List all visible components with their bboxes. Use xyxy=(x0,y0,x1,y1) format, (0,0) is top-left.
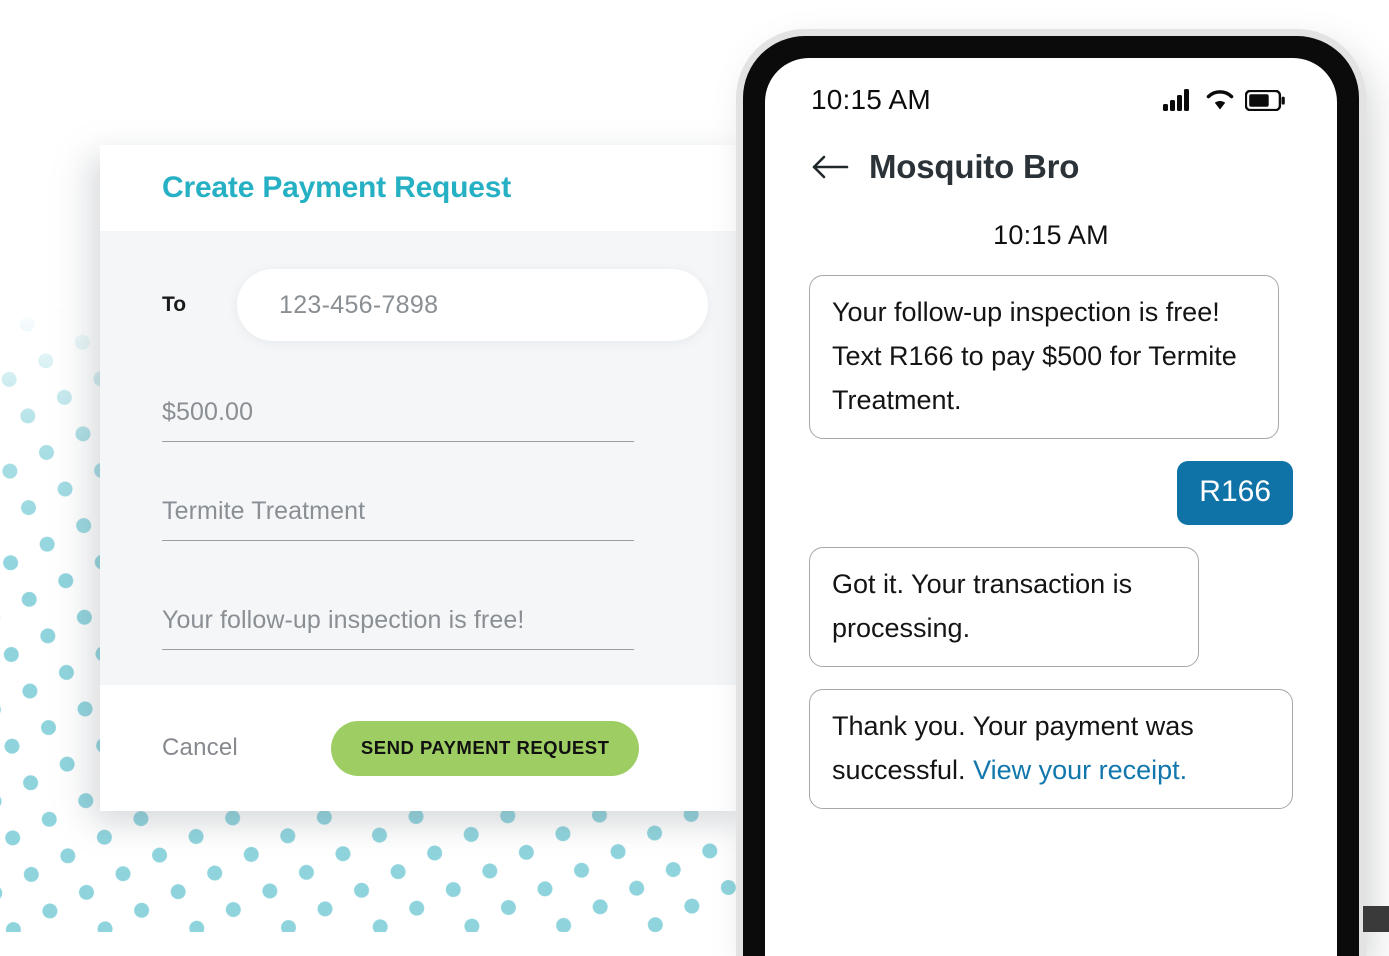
status-bar: 10:15 AM xyxy=(765,58,1337,120)
note-value: Your follow-up inspection is free! xyxy=(162,606,525,634)
back-arrow-icon[interactable] xyxy=(811,154,849,180)
note-input[interactable]: Your follow-up inspection is free! xyxy=(162,603,634,650)
card-header: Create Payment Request xyxy=(100,145,748,231)
chat-header: Mosquito Bro xyxy=(765,120,1337,186)
send-payment-request-button[interactable]: SEND PAYMENT REQUEST xyxy=(330,720,640,776)
message-row: Thank you. Your payment was successful. … xyxy=(809,689,1293,809)
amount-value: $500.00 xyxy=(162,398,254,426)
message-bubble-outgoing[interactable]: R166 xyxy=(1177,461,1293,525)
to-row: To 123-456-7898 xyxy=(162,231,708,341)
description-value: Termite Treatment xyxy=(162,497,366,525)
message-row: R166 xyxy=(809,461,1293,525)
chat-message-list: 10:15 AM Your follow-up inspection is fr… xyxy=(765,220,1337,809)
message-bubble-incoming[interactable]: Your follow-up inspection is free! Text … xyxy=(809,275,1279,439)
cancel-button[interactable]: Cancel xyxy=(162,734,238,762)
description-input[interactable]: Termite Treatment xyxy=(162,494,634,541)
wifi-icon xyxy=(1206,90,1234,110)
chat-timestamp: 10:15 AM xyxy=(993,220,1109,250)
recipient-phone-value: 123-456-7898 xyxy=(279,290,439,319)
amount-input[interactable]: $500.00 xyxy=(162,395,634,442)
battery-icon xyxy=(1245,89,1285,111)
phone-mockup: 10:15 AM Mosquito Bro 10:15 AM Your foll… xyxy=(743,36,1359,956)
message-row: Got it. Your transaction is processing. xyxy=(809,547,1293,667)
corner-fold-mark xyxy=(1363,906,1389,932)
phone-screen: 10:15 AM Mosquito Bro 10:15 AM Your foll… xyxy=(765,58,1337,956)
create-payment-request-card: Create Payment Request To 123-456-7898 $… xyxy=(100,145,748,811)
chat-contact-name: Mosquito Bro xyxy=(869,148,1080,185)
view-receipt-link[interactable]: View your receipt. xyxy=(973,755,1187,785)
status-bar-icons xyxy=(1163,89,1285,111)
page-title: Create Payment Request xyxy=(162,171,512,204)
card-body: To 123-456-7898 $500.00 Termite Treatmen… xyxy=(100,231,748,685)
card-footer: Cancel SEND PAYMENT REQUEST xyxy=(100,685,748,811)
recipient-phone-input[interactable]: 123-456-7898 xyxy=(237,269,708,341)
to-label: To xyxy=(162,293,187,316)
message-bubble-incoming[interactable]: Thank you. Your payment was successful. … xyxy=(809,689,1293,809)
status-bar-time: 10:15 AM xyxy=(811,84,931,115)
message-row: Your follow-up inspection is free! Text … xyxy=(809,275,1293,439)
cellular-signal-icon xyxy=(1163,89,1189,111)
message-bubble-incoming[interactable]: Got it. Your transaction is processing. xyxy=(809,547,1199,667)
